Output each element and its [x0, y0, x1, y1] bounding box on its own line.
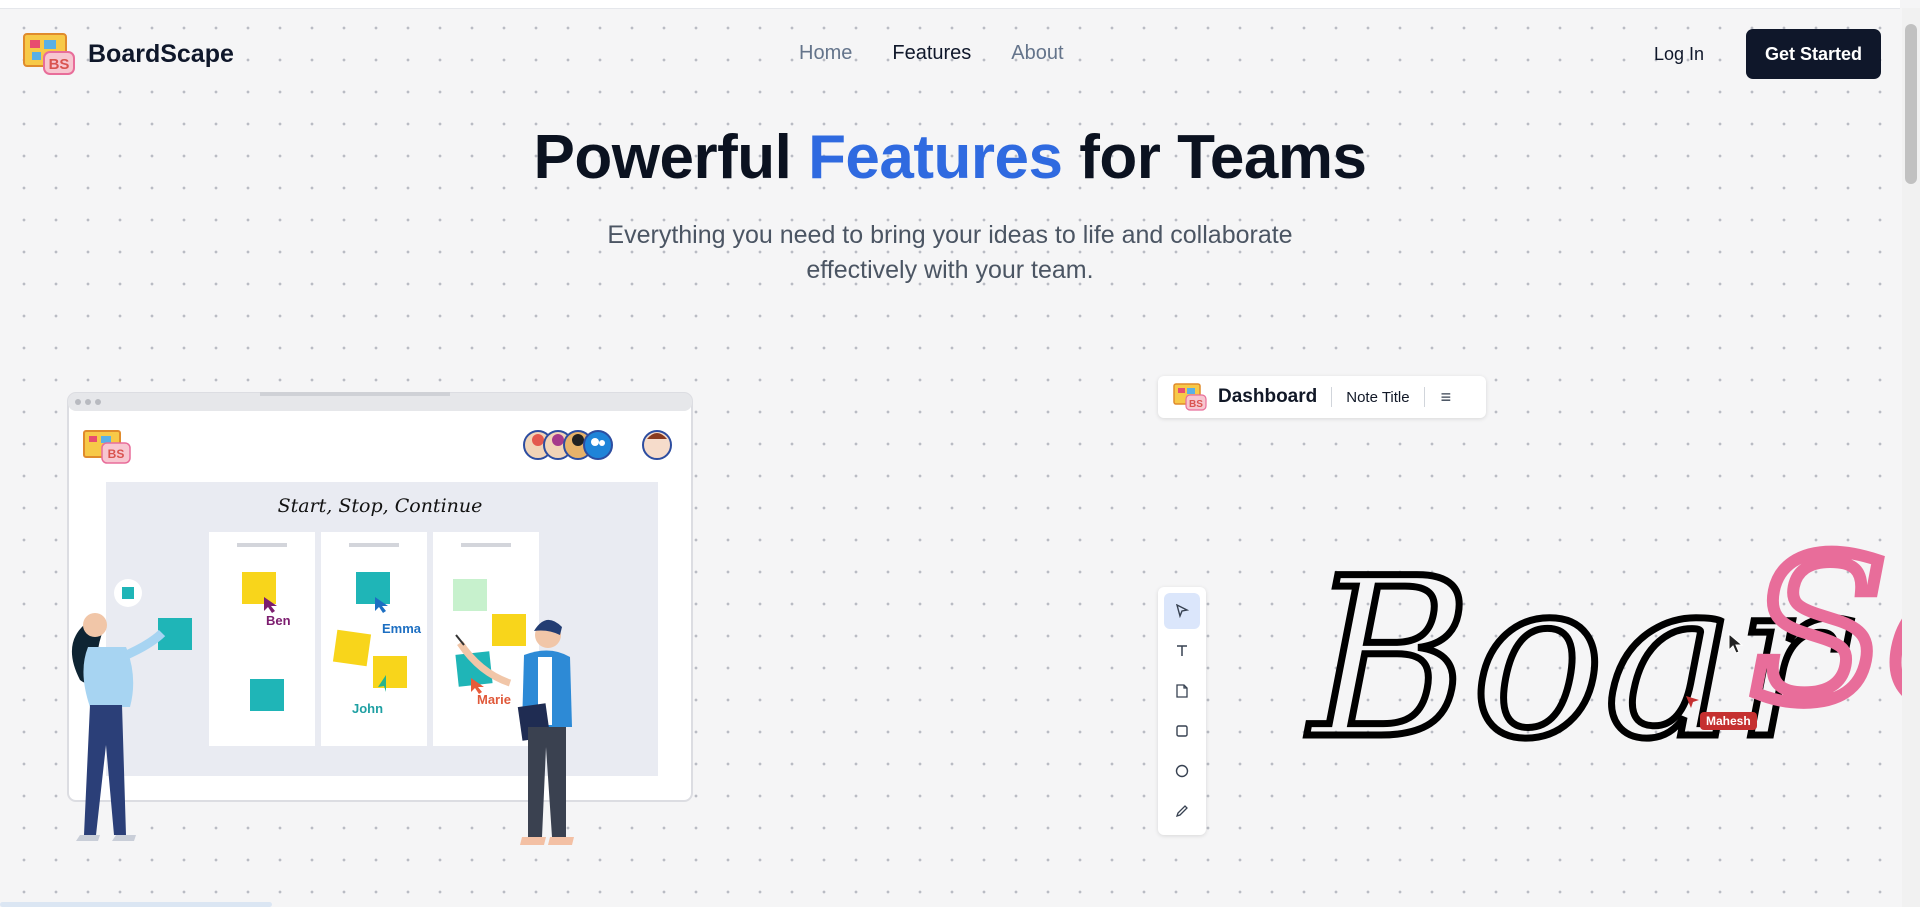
- collaborator-label: Mahesh: [1700, 712, 1757, 730]
- cursor-marie: Marie: [477, 692, 511, 707]
- text-icon[interactable]: [1164, 633, 1200, 669]
- cursor-emma: Emma: [382, 621, 422, 636]
- collaborator-cursor-icon: [1686, 696, 1699, 708]
- logo: BS: [22, 32, 76, 76]
- get-started-button[interactable]: Get Started: [1746, 29, 1881, 79]
- title-part1: Powerful: [533, 123, 809, 192]
- nav-home[interactable]: Home: [799, 42, 852, 65]
- note-icon[interactable]: [1164, 673, 1200, 709]
- pointer-icon[interactable]: [1164, 593, 1200, 629]
- nav-about[interactable]: About: [1011, 42, 1063, 65]
- mouse-cursor-icon: [1728, 633, 1744, 654]
- board-title: Start, Stop, Continue: [278, 495, 483, 517]
- top-border: [0, 0, 1900, 9]
- title-highlight: Features: [808, 123, 1063, 192]
- cursor-ben: Ben: [266, 613, 291, 628]
- collaboration-illustration: BS Start, Stop, Continue Ben Emma John M…: [50, 385, 700, 875]
- menu-icon[interactable]: ≡: [1441, 387, 1452, 408]
- dashboard-title: Dashboard: [1218, 386, 1318, 407]
- divider: [1423, 387, 1425, 407]
- scrollbar-thumb[interactable]: [1905, 24, 1917, 184]
- svg-text:BS: BS: [1189, 399, 1203, 410]
- canvas-handwriting[interactable]: Boar Sc: [1290, 530, 1903, 780]
- title-part2: for Teams: [1062, 123, 1367, 192]
- divider: [1331, 387, 1333, 407]
- brand-name: BoardScape: [88, 39, 234, 68]
- brand[interactable]: BS BoardScape: [22, 32, 234, 76]
- avatar-group: [523, 430, 672, 460]
- handwriting-pink: Sc: [1750, 530, 1902, 748]
- nav-features[interactable]: Features: [892, 42, 971, 65]
- cursor-john: John: [352, 701, 383, 716]
- svg-text:BS: BS: [108, 447, 125, 461]
- drawing-toolbar: [1158, 587, 1206, 835]
- section-edge: [0, 902, 272, 907]
- page-title: Powerful Features for Teams: [0, 122, 1900, 193]
- dashboard-header: BS Dashboard Note Title ≡: [1158, 376, 1486, 418]
- pencil-icon[interactable]: [1164, 793, 1200, 829]
- page-subtitle: Everything you need to bring your ideas …: [607, 221, 1293, 284]
- circle-icon[interactable]: [1164, 753, 1200, 789]
- svg-text:BS: BS: [49, 56, 70, 73]
- note-title-field[interactable]: Note Title: [1346, 389, 1409, 406]
- dashboard-logo-icon: BS: [1173, 383, 1207, 411]
- site-header: BS BoardScape Home Features About Log In…: [0, 24, 1900, 84]
- square-icon[interactable]: [1164, 713, 1200, 749]
- login-link[interactable]: Log In: [1654, 44, 1704, 65]
- main-nav: Home Features About: [799, 42, 1064, 65]
